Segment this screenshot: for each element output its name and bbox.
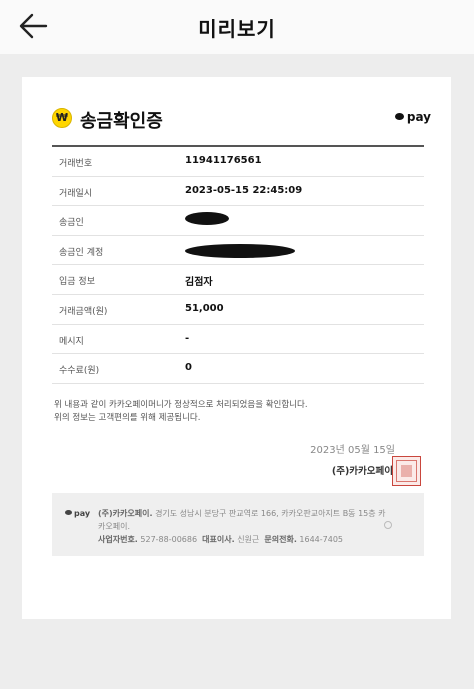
issue-date: 2023년 05월 15일 [310, 445, 395, 456]
redacted-sender [185, 212, 229, 226]
row-label: 수수료(원) [59, 366, 100, 377]
table-row: 거래번호 11941176561 [52, 147, 424, 177]
transaction-info-table: 거래번호 11941176561 거래일시 2023-05-15 22:45:0… [52, 145, 424, 384]
transaction-amount: 51,000 [185, 302, 224, 314]
top-bar: 미리보기 [0, 0, 474, 54]
pay-logo-text: pay [406, 110, 431, 124]
fee-value: 0 [185, 362, 192, 374]
biz-label: 사업자번호. [98, 535, 138, 544]
notice-line: 위의 정보는 고객편의를 위해 제공됩니다. [54, 413, 201, 423]
phone-number: 1644-7405 [299, 535, 344, 544]
table-row: 입금 정보 김점자 [52, 265, 424, 295]
notice-line: 위 내용과 같이 카카오페이머니가 정상적으로 처리되었음을 확인합니다. [54, 400, 308, 410]
deposit-info: 김점자 [185, 277, 213, 289]
row-label: 거래금액(원) [59, 306, 108, 317]
message-value: - [185, 332, 190, 344]
row-label: 메시지 [59, 336, 84, 347]
transaction-number: 11941176561 [185, 155, 262, 166]
phone-label: 문의전화. [264, 535, 297, 544]
row-label: 송금인 [59, 218, 84, 229]
transaction-datetime: 2023-05-15 22:45:09 [185, 184, 303, 196]
footer-pay-logo: pay [65, 509, 90, 518]
confirmation-notice: 위 내용과 같이 카카오페이머니가 정상적으로 처리되었음을 확인합니다. 위의… [54, 399, 308, 425]
footer-address-line: (주)카카오페이. 경기도 성남시 분당구 판교역로 166, 카카오판교아지트… [98, 507, 388, 533]
footer-contact-line: 사업자번호. 527-88-00686 대표이사. 신원근 문의전화. 1644… [98, 533, 388, 546]
table-row: 송금인 계정 [52, 236, 424, 266]
row-label: 송금인 계정 [59, 247, 104, 258]
table-row: 송금인 [52, 206, 424, 236]
table-row: 메시지 - [52, 325, 424, 355]
receipt-document: ₩ 송금확인증 pay 거래번호 11941176561 거래일시 2023-0… [22, 77, 451, 619]
company-seal [392, 456, 421, 486]
ceo-name: 신원근 [237, 535, 260, 544]
redacted-sender-account [185, 243, 295, 258]
row-label: 거래일시 [59, 188, 93, 199]
footer-company-name: (주)카카오페이. [98, 509, 153, 518]
row-label: 거래번호 [59, 159, 93, 169]
document-header: ₩ 송금확인증 pay [52, 107, 431, 132]
row-label: 입금 정보 [59, 277, 95, 288]
table-row: 수수료(원) 0 [52, 354, 424, 384]
company-footer: pay (주)카카오페이. 경기도 성남시 분당구 판교역로 166, 카카오판… [52, 493, 424, 556]
document-title: 송금확인증 [80, 111, 163, 132]
table-row: 거래일시 2023-05-15 22:45:09 [52, 177, 424, 207]
ceo-label: 대표이사. [202, 535, 235, 544]
speech-bubble-icon [65, 510, 72, 515]
won-coin-icon: ₩ [52, 108, 72, 128]
company-signature: (주)카카오페이 [331, 466, 393, 477]
table-row: 거래금액(원) 51,000 [52, 295, 424, 325]
speech-bubble-icon [394, 113, 404, 120]
footer-pay-text: pay [74, 509, 91, 518]
page-title: 미리보기 [198, 17, 276, 41]
circle-indicator-icon [384, 521, 392, 529]
biz-number: 527-88-00686 [140, 535, 198, 544]
footer-company-info: (주)카카오페이. 경기도 성남시 분당구 판교역로 166, 카카오판교아지트… [98, 507, 388, 546]
pay-logo: pay [394, 110, 431, 124]
